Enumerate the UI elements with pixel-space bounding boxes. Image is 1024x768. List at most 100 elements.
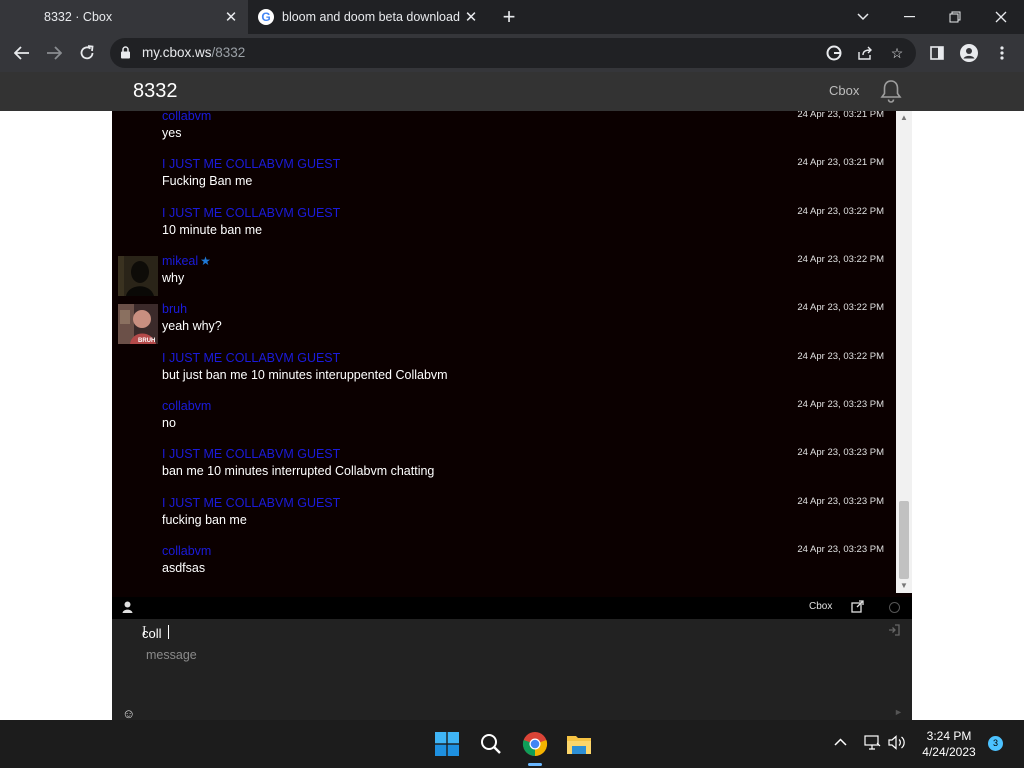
chat-message: I JUST ME COLLABVM GUEST 10 minute ban m… xyxy=(112,206,896,250)
popout-external-icon[interactable] xyxy=(851,600,864,618)
avatar[interactable]: BRUH xyxy=(118,304,158,344)
restore-icon[interactable] xyxy=(932,0,978,34)
bookmark-star-icon[interactable]: ☆ xyxy=(886,42,908,64)
search-icon[interactable] xyxy=(473,726,509,762)
windows-start-icon[interactable] xyxy=(429,726,465,762)
google-lens-icon[interactable] xyxy=(823,42,845,64)
message-timestamp: 24 Apr 23, 03:21 PM xyxy=(797,157,884,168)
user-icon[interactable] xyxy=(122,600,133,618)
file-explorer-icon[interactable] xyxy=(561,726,597,762)
chat-message: BRUH bruh yeah why? 24 Apr 23, 03:22 PM xyxy=(112,302,896,346)
system-clock[interactable]: 3:24 PM 4/24/2023 xyxy=(912,728,986,760)
back-arrow-icon[interactable] xyxy=(9,40,35,66)
message-author[interactable]: mikeal ★ xyxy=(162,254,211,268)
url-text: my.cbox.ws/8332 xyxy=(142,45,246,60)
browser-toolbar: my.cbox.ws/8332 ☆ xyxy=(0,34,1024,72)
google-favicon-icon: G xyxy=(258,9,274,25)
message-author[interactable]: I JUST ME COLLABVM GUEST xyxy=(162,351,340,365)
close-window-icon[interactable] xyxy=(978,0,1024,34)
forward-arrow-icon[interactable] xyxy=(41,40,67,66)
verified-star-icon: ★ xyxy=(200,254,211,268)
cbox-brand-link[interactable]: Cbox xyxy=(809,601,832,612)
message-author[interactable]: I JUST ME COLLABVM GUEST xyxy=(162,206,340,220)
minimize-icon[interactable] xyxy=(886,0,932,34)
login-icon[interactable] xyxy=(888,624,900,639)
message-author[interactable]: I JUST ME COLLABVM GUEST xyxy=(162,157,340,171)
message-scrollbar[interactable]: ▲ ▼ xyxy=(896,111,912,593)
tab-cbox[interactable]: 8332 · Cbox ✕ xyxy=(0,0,248,34)
text-caret xyxy=(168,625,169,639)
send-arrow-icon[interactable]: ► xyxy=(894,707,903,717)
message-timestamp: 24 Apr 23, 03:23 PM xyxy=(797,447,884,458)
chat-message: collabvm asdfsas 24 Apr 23, 03:23 PM xyxy=(112,544,896,588)
active-app-indicator xyxy=(528,763,542,766)
close-tab-icon[interactable]: ✕ xyxy=(460,6,482,28)
share-icon[interactable] xyxy=(854,42,876,64)
scroll-up-arrow-icon[interactable]: ▲ xyxy=(896,111,912,125)
name-field[interactable] xyxy=(142,623,862,643)
clock-time: 3:24 PM xyxy=(926,729,972,743)
message-text: yeah why? xyxy=(162,319,222,333)
message-timestamp: 24 Apr 23, 03:23 PM xyxy=(797,544,884,555)
message-text: ban me 10 minutes interrupted Collabvm c… xyxy=(162,464,435,478)
message-timestamp: 24 Apr 23, 03:23 PM xyxy=(797,399,884,410)
address-bar[interactable]: my.cbox.ws/8332 ☆ xyxy=(110,38,916,68)
message-input[interactable] xyxy=(146,645,866,665)
svg-text:BRUH: BRUH xyxy=(138,338,155,344)
message-text: asdfsas xyxy=(162,561,206,575)
message-author[interactable]: I JUST ME COLLABVM GUEST xyxy=(162,496,340,510)
chrome-menu-icon[interactable] xyxy=(989,40,1015,66)
message-author[interactable]: collabvm xyxy=(162,111,211,123)
tab-google-search[interactable]: bloom and doom beta download ✕ xyxy=(250,0,488,34)
notification-count-badge[interactable]: 3 xyxy=(988,736,1003,751)
message-text: why xyxy=(162,271,185,285)
notification-bell-icon[interactable] xyxy=(878,78,904,109)
chat-box: collabvm yes 24 Apr 23, 03:21 PM I JUST … xyxy=(112,111,912,720)
chrome-taskbar-icon[interactable] xyxy=(517,726,553,762)
close-tab-icon[interactable]: ✕ xyxy=(220,6,242,28)
message-composer: I ☺ ► xyxy=(112,619,912,720)
message-text: but just ban me 10 minutes interuppented… xyxy=(162,368,448,382)
message-text: Fucking Ban me xyxy=(162,174,253,188)
message-author[interactable]: bruh xyxy=(162,302,187,316)
browser-tab-strip: 8332 · Cbox ✕ bloom and doom beta downlo… xyxy=(0,0,1024,34)
network-icon[interactable] xyxy=(864,735,881,753)
message-timestamp: 24 Apr 23, 03:23 PM xyxy=(797,496,884,507)
avatar[interactable] xyxy=(118,256,158,296)
chat-message: I JUST ME COLLABVM GUEST fucking ban me … xyxy=(112,496,896,540)
message-text: 10 minute ban me xyxy=(162,223,263,237)
chat-message: collabvm yes 24 Apr 23, 03:21 PM xyxy=(112,111,896,153)
cbox-home-link[interactable]: Cbox xyxy=(829,83,859,98)
message-timestamp: 24 Apr 23, 03:22 PM xyxy=(797,254,884,265)
cbox-header: 8332 Cbox xyxy=(0,72,1024,111)
chat-message: I JUST ME COLLABVM GUEST ban me 10 minut… xyxy=(112,447,896,491)
reload-icon[interactable] xyxy=(74,40,100,66)
message-timestamp: 24 Apr 23, 03:22 PM xyxy=(797,302,884,313)
message-author[interactable]: I JUST ME COLLABVM GUEST xyxy=(162,447,340,461)
message-list[interactable]: collabvm yes 24 Apr 23, 03:21 PM I JUST … xyxy=(112,111,896,597)
side-panel-icon[interactable] xyxy=(924,40,950,66)
scrollbar-thumb[interactable] xyxy=(899,501,909,579)
message-timestamp: 24 Apr 23, 03:22 PM xyxy=(797,206,884,217)
volume-icon[interactable] xyxy=(888,735,906,753)
chat-message: I JUST ME COLLABVM GUEST but just ban me… xyxy=(112,351,896,395)
message-text: fucking ban me xyxy=(162,513,247,527)
windows-taskbar: 3:24 PM 4/24/2023 xyxy=(0,720,1024,768)
new-tab-button[interactable]: + xyxy=(496,4,522,30)
message-text: yes xyxy=(162,126,182,140)
tab-search-chevron-icon[interactable] xyxy=(840,0,886,34)
message-author[interactable]: collabvm xyxy=(162,399,211,413)
emoji-icon[interactable]: ☺ xyxy=(122,707,135,720)
message-timestamp: 24 Apr 23, 03:21 PM xyxy=(797,111,884,120)
show-hidden-icons-chevron-icon[interactable] xyxy=(834,734,847,749)
clock-date: 4/24/2023 xyxy=(922,745,976,759)
tab-title: bloom and doom beta download xyxy=(282,10,460,24)
message-author[interactable]: collabvm xyxy=(162,544,211,558)
profile-avatar-icon[interactable] xyxy=(956,40,982,66)
chat-message: collabvm no 24 Apr 23, 03:23 PM xyxy=(112,399,896,443)
loading-spinner-icon xyxy=(889,602,900,613)
scroll-down-arrow-icon[interactable]: ▼ xyxy=(896,579,912,593)
chat-message: I JUST ME COLLABVM GUEST Fucking Ban me … xyxy=(112,157,896,201)
tab-title: 8332 · Cbox xyxy=(44,10,113,24)
chat-message: mikeal ★ why 24 Apr 23, 03:22 PM xyxy=(112,254,896,298)
